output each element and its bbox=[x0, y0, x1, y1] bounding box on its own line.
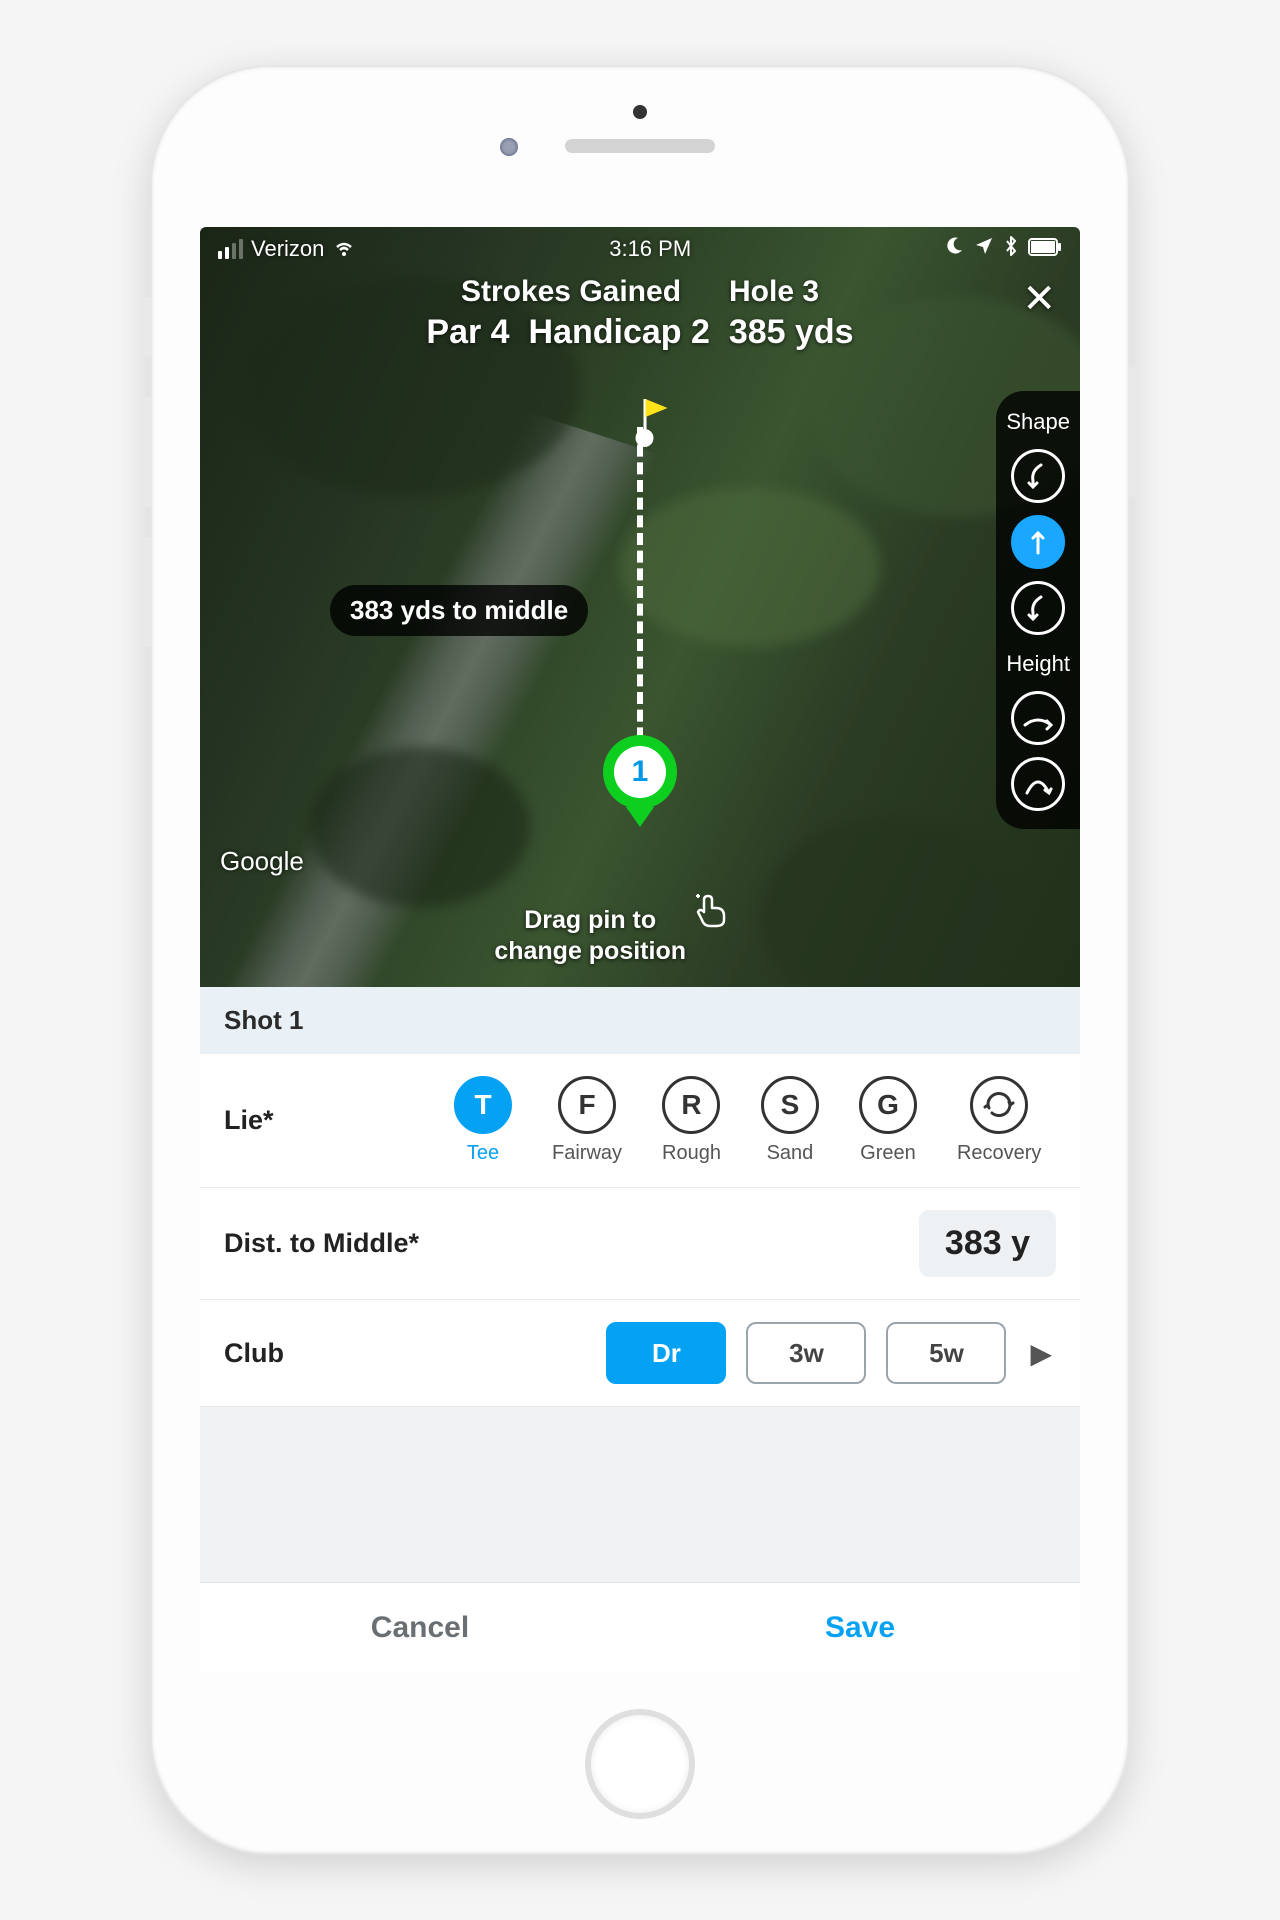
phone-side-button bbox=[144, 297, 152, 357]
course-map[interactable]: Verizon 3:16 PM Stroke bbox=[200, 227, 1080, 987]
shot-shape-panel: Shape Height bbox=[996, 391, 1080, 829]
sheet-spacer bbox=[200, 1407, 1080, 1582]
phone-speaker bbox=[565, 139, 715, 153]
shot-header: Shot 1 bbox=[200, 987, 1080, 1054]
height-high-button[interactable] bbox=[1011, 757, 1065, 811]
lie-row: Lie* T Tee F Fairway R Rough bbox=[200, 1054, 1080, 1188]
distance-row: Dist. to Middle* 383 y bbox=[200, 1188, 1080, 1300]
shape-fade-button[interactable] bbox=[1011, 581, 1065, 635]
phone-sensor-dot bbox=[633, 105, 647, 119]
distance-label: Dist. to Middle* bbox=[224, 1228, 454, 1259]
handicap-label: Handicap 2 bbox=[529, 313, 710, 351]
lie-option-green[interactable]: G Green bbox=[859, 1076, 917, 1165]
club-row: Club Dr 3w 5w ▶ bbox=[200, 1300, 1080, 1407]
yards-label: 385 yds bbox=[729, 313, 854, 351]
phone-side-button bbox=[1128, 367, 1136, 497]
drag-hand-icon bbox=[690, 886, 734, 935]
club-option-5w[interactable]: 5w bbox=[886, 1322, 1006, 1384]
club-option-3w[interactable]: 3w bbox=[746, 1322, 866, 1384]
lie-option-sand[interactable]: S Sand bbox=[761, 1076, 819, 1165]
screen: Verizon 3:16 PM Stroke bbox=[200, 227, 1080, 1673]
wifi-icon bbox=[332, 236, 356, 262]
lie-label: Lie* bbox=[224, 1105, 454, 1136]
phone-side-button bbox=[144, 397, 152, 507]
club-more-button[interactable]: ▶ bbox=[1026, 1337, 1056, 1370]
shot-path-line bbox=[637, 427, 643, 757]
bluetooth-icon bbox=[1004, 235, 1018, 263]
phone-side-button bbox=[144, 537, 152, 647]
location-icon bbox=[974, 236, 994, 262]
moon-icon bbox=[944, 236, 964, 262]
home-button[interactable] bbox=[585, 1709, 695, 1819]
signal-icon bbox=[218, 239, 243, 259]
shape-section-label: Shape bbox=[1006, 409, 1070, 435]
close-button[interactable]: ✕ bbox=[1022, 279, 1056, 319]
screen-title: Strokes Gained bbox=[461, 275, 681, 309]
shot-sheet: Shot 1 Lie* T Tee F Fairway R bbox=[200, 987, 1080, 1673]
status-bar: Verizon 3:16 PM bbox=[200, 227, 1080, 271]
par-label: Par 4 bbox=[426, 313, 509, 351]
map-header: Strokes Gained Hole 3 Par 4 Handicap 2 3… bbox=[200, 275, 1080, 352]
distance-input[interactable]: 383 y bbox=[919, 1210, 1056, 1277]
height-low-button[interactable] bbox=[1011, 691, 1065, 745]
hole-label: Hole 3 bbox=[729, 275, 819, 309]
battery-icon bbox=[1028, 236, 1062, 262]
club-label: Club bbox=[224, 1338, 454, 1369]
distance-badge: 383 yds to middle bbox=[330, 585, 588, 636]
save-button[interactable]: Save bbox=[640, 1583, 1080, 1673]
cancel-button[interactable]: Cancel bbox=[200, 1583, 640, 1673]
lie-option-rough[interactable]: R Rough bbox=[662, 1076, 721, 1165]
carrier-label: Verizon bbox=[251, 236, 324, 262]
shape-draw-button[interactable] bbox=[1011, 449, 1065, 503]
lie-option-tee[interactable]: T Tee bbox=[454, 1076, 512, 1165]
map-attribution: Google bbox=[220, 846, 304, 877]
shot-pin-number: 1 bbox=[614, 746, 666, 798]
footer-bar: Cancel Save bbox=[200, 1582, 1080, 1673]
clock: 3:16 PM bbox=[609, 236, 691, 262]
drag-hint: Drag pin to change position bbox=[494, 905, 686, 968]
shape-straight-button[interactable] bbox=[1011, 515, 1065, 569]
shot-pin[interactable]: 1 bbox=[603, 735, 677, 827]
phone-frame: Verizon 3:16 PM Stroke bbox=[150, 65, 1130, 1855]
phone-camera bbox=[500, 138, 518, 156]
height-section-label: Height bbox=[1006, 651, 1070, 677]
club-option-driver[interactable]: Dr bbox=[606, 1322, 726, 1384]
lie-option-fairway[interactable]: F Fairway bbox=[552, 1076, 622, 1165]
lie-option-recovery[interactable]: Recovery bbox=[957, 1076, 1041, 1165]
